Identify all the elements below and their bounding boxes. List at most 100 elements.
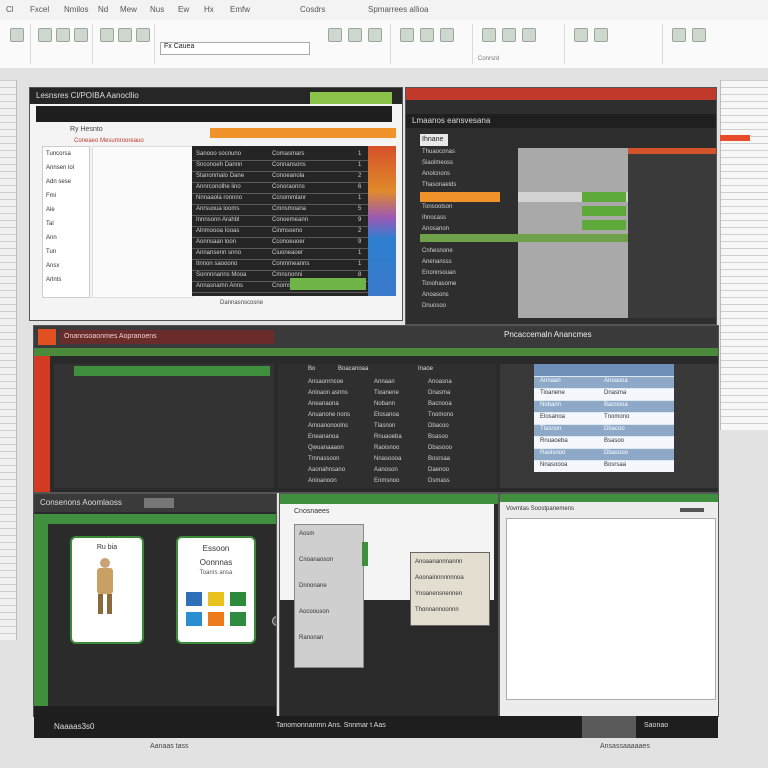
table-row[interactable]: Trnnassoon Nnasoooa Bosrsaa: [278, 455, 496, 464]
table-row[interactable]: Stanonmalo Dane Conoeanola 2: [192, 172, 368, 181]
sidebar-item[interactable]: Adn sese: [46, 179, 71, 185]
menu-item[interactable]: Nd: [98, 5, 108, 14]
sort-icon[interactable]: [400, 28, 414, 42]
table-row[interactable]: Sanooo socnuno Comasmars 1: [192, 150, 368, 159]
list-item[interactable]: Anenansss: [422, 258, 516, 267]
sidebar-item[interactable]: Annsen lol: [46, 165, 74, 171]
dialog-item[interactable]: Dnnonane: [299, 583, 327, 589]
table-row[interactable]: Nnnaaola ronnno Ccnommlanr 1: [192, 194, 368, 203]
list-item[interactable]: Tonsoolson: [422, 203, 516, 212]
color-swatch[interactable]: [186, 592, 202, 606]
list-item[interactable]: Anolcnons: [422, 170, 516, 179]
underline-icon[interactable]: [74, 28, 88, 42]
align-left-icon[interactable]: [100, 28, 114, 42]
settings-icon[interactable]: [672, 28, 686, 42]
table-row[interactable]: Snconoeh Dannn Connansons 1: [192, 161, 368, 170]
table-row[interactable]: Nnasoooa Bosrsaa: [534, 461, 674, 472]
color-swatch[interactable]: [230, 592, 246, 606]
table-row[interactable]: Innnsonn Arahbl Conoemeann 9: [192, 216, 368, 225]
table-row[interactable]: Aonnsaan loon Cconoeuoer 9: [192, 238, 368, 247]
column-header[interactable]: Inaoe: [418, 366, 433, 372]
table-row[interactable]: Annansenn snno Ciuoneaoer 1: [192, 249, 368, 258]
sidebar-item[interactable]: Tal: [46, 221, 54, 227]
table-icon[interactable]: [502, 28, 516, 42]
scroll-thumb[interactable]: [362, 542, 368, 566]
dialog-item[interactable]: Ranonan: [299, 635, 323, 641]
tab-label[interactable]: Ihnane: [420, 134, 448, 146]
sidebar-item[interactable]: Tuncorsa: [46, 151, 71, 157]
color-swatch[interactable]: [230, 612, 246, 626]
popup-item[interactable]: Thonnannoonnn: [415, 607, 459, 613]
list-item[interactable]: Dnuosoo: [422, 302, 516, 311]
color-swatch[interactable]: [186, 612, 202, 626]
align-center-icon[interactable]: [118, 28, 132, 42]
menu-item[interactable]: Ew: [178, 5, 189, 14]
table-row[interactable]: Nobann Bacnooa: [534, 401, 674, 412]
list-item[interactable]: Thasonaelds: [422, 181, 516, 190]
tab-label[interactable]: Ry Hesnto: [70, 126, 103, 133]
dialog-popup[interactable]: Anoaanannnannn Aoonainnnnnnnoa Ynoanensnen…: [410, 552, 490, 626]
table-row[interactable]: Tlasnon Dbacoo: [534, 425, 674, 436]
sidebar-item[interactable]: Ansx: [46, 263, 59, 269]
view-icon[interactable]: [594, 28, 608, 42]
table-row[interactable]: Anioanoon Enmsnoo Dsmass: [278, 477, 496, 486]
card-color-grid[interactable]: Essoon Oonnnas Toanrs ansa: [176, 536, 256, 644]
format-icon[interactable]: [368, 28, 382, 42]
table-row[interactable]: Anrsuoua looms Cmnsmoana 5: [192, 205, 368, 214]
color-swatch[interactable]: [208, 592, 224, 606]
menu-item[interactable]: Emfw: [230, 5, 250, 14]
table-row[interactable]: Tioanene Dnasma: [534, 389, 674, 400]
dialog-item[interactable]: Cnoanaoson: [299, 557, 333, 563]
list-item[interactable]: Anosanon: [422, 225, 516, 234]
menu-item[interactable]: Spmarrees aIlioa: [368, 5, 428, 14]
column-header[interactable]: Bo: [308, 366, 315, 372]
table-row[interactable]: Eneananoa Rnuaoeba Bsasoo: [278, 433, 496, 442]
dialog-item[interactable]: Aocoouson: [299, 609, 329, 615]
popup-item[interactable]: Ynoanensnennen: [415, 591, 462, 597]
italic-icon[interactable]: [56, 28, 70, 42]
title-control[interactable]: [680, 508, 704, 512]
list-item[interactable]: Thuaoconas: [422, 148, 516, 157]
list-item[interactable]: Cnhesnone: [422, 247, 516, 256]
color-swatch[interactable]: [208, 612, 224, 626]
insert-icon[interactable]: [328, 28, 342, 42]
table-row[interactable]: Ansaonrncoe Annaan Anoasna: [278, 378, 496, 387]
table-row[interactable]: Elosanoa Tnomono: [534, 413, 674, 424]
table-row[interactable]: Amoanonoolns Tlasnon Dbacoo: [278, 422, 496, 431]
menu-item[interactable]: Cl: [6, 5, 14, 14]
list-item[interactable]: Ihnocass: [422, 214, 516, 223]
paste-icon[interactable]: [10, 28, 24, 42]
menu-item[interactable]: Nmilos: [64, 5, 88, 14]
table-row[interactable]: Aaonahnsano Aanoson Daenoo: [278, 466, 496, 475]
find-icon[interactable]: [440, 28, 454, 42]
table-row[interactable]: Qwuanaaaon Raoisnoo Dbasooo: [278, 444, 496, 453]
sidebar-item[interactable]: Tun: [46, 249, 56, 255]
app-icon[interactable]: [38, 329, 56, 345]
list-item[interactable]: Tonohasome: [422, 280, 516, 289]
dialog-list[interactable]: Aosm Cnoanaoson Dnnonane Aocoouson Ranonan: [294, 524, 364, 668]
table-row[interactable]: Aneanaona Nobann Bacnooa: [278, 400, 496, 409]
green-tab[interactable]: [310, 92, 392, 104]
table-row[interactable]: Anloaon asnns Tioanene Dnasma: [278, 389, 496, 398]
review-icon[interactable]: [574, 28, 588, 42]
filter-icon[interactable]: [420, 28, 434, 42]
sidebar-item[interactable]: Arlnts: [46, 277, 61, 283]
formula-input[interactable]: Fx Cauea: [160, 42, 310, 55]
popup-item[interactable]: Anoaanannnannn: [415, 559, 462, 565]
bold-icon[interactable]: [38, 28, 52, 42]
table-row[interactable]: Anuanone nons Elosanoa Tnomono: [278, 411, 496, 420]
resize-handle-icon[interactable]: [272, 616, 276, 626]
menu-item[interactable]: Cosdrs: [300, 5, 325, 14]
title-button[interactable]: [144, 498, 174, 508]
column-header[interactable]: Boacanoaa: [338, 366, 368, 372]
sidebar-item[interactable]: Fmi: [46, 193, 56, 199]
menu-item[interactable]: Fxcel: [30, 5, 49, 14]
sidebar-item[interactable]: Ann: [46, 235, 57, 241]
card-figure[interactable]: Ru bia: [70, 536, 144, 644]
popup-item[interactable]: Aoonainnnnnnnoa: [415, 575, 464, 581]
table-row[interactable]: Annrconolhe lino Conoraonns 6: [192, 183, 368, 192]
table-row[interactable]: Alnmoooa Iooas Cinmsoeno 2: [192, 227, 368, 236]
menu-item[interactable]: Hx: [204, 5, 214, 14]
list-item[interactable]: Siaolmeoss: [422, 159, 516, 168]
help-icon[interactable]: [692, 28, 706, 42]
